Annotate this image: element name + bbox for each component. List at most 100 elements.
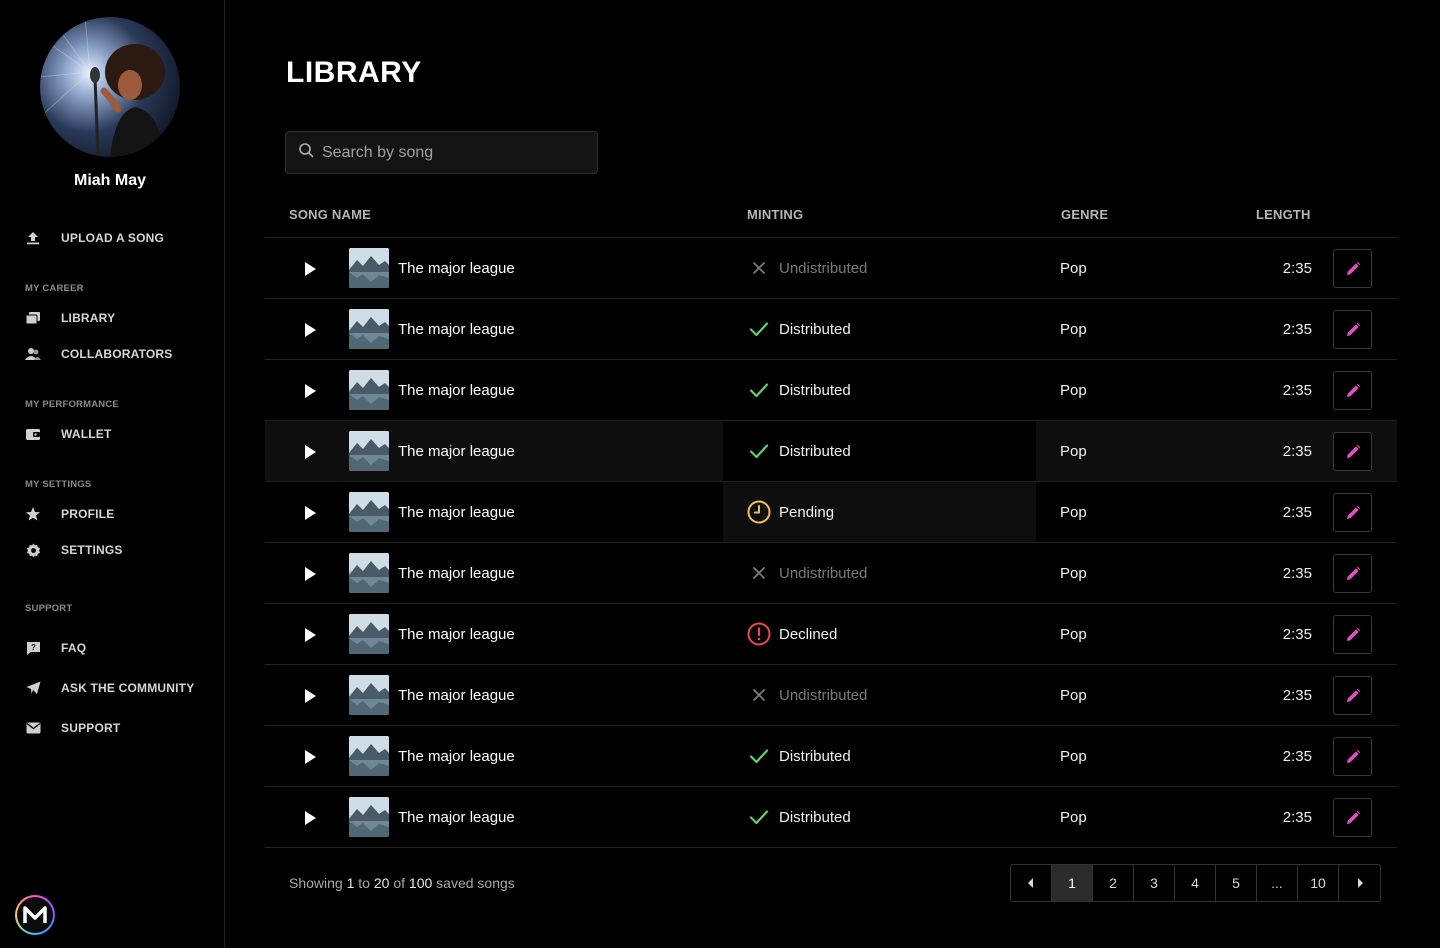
song-title[interactable]: The major league [398, 382, 515, 399]
table-row[interactable]: The major league Declined Pop 2:35 [265, 604, 1397, 665]
table-row[interactable]: The major league Undistributed Pop 2:35 [265, 238, 1397, 299]
close-icon [747, 256, 771, 280]
logo-mark-icon [17, 897, 53, 933]
pencil-icon [1345, 383, 1361, 399]
table-row[interactable]: The major league Undistributed Pop 2:35 [265, 543, 1397, 604]
section-support: SUPPORT [25, 603, 73, 614]
table-row[interactable]: The major league Pending Pop 2:35 [265, 482, 1397, 543]
column-header-length[interactable]: LENGTH [1256, 207, 1311, 222]
next-page-button[interactable] [1339, 865, 1380, 901]
song-title[interactable]: The major league [398, 260, 515, 277]
alert-icon [747, 622, 771, 646]
table-row[interactable]: The major league Distributed Pop 2:35 [265, 726, 1397, 787]
table-row[interactable]: The major league Undistributed Pop 2:35 [265, 665, 1397, 726]
song-title[interactable]: The major league [398, 687, 515, 704]
length: 2:35 [1282, 321, 1312, 338]
edit-button[interactable] [1333, 493, 1372, 532]
edit-button[interactable] [1333, 554, 1372, 593]
collaborators-icon [25, 346, 41, 362]
edit-button[interactable] [1333, 371, 1372, 410]
upload-song-label: UPLOAD A SONG [61, 231, 165, 245]
genre: Pop [1060, 382, 1087, 399]
column-header-minting[interactable]: MINTING [747, 207, 803, 222]
play-icon[interactable] [301, 504, 319, 522]
play-icon[interactable] [301, 321, 319, 339]
prev-page-button[interactable] [1011, 865, 1052, 901]
page-ellipsis: ... [1257, 865, 1298, 901]
svg-text:?: ? [31, 643, 36, 652]
table-row[interactable]: The major league Distributed Pop 2:35 [265, 360, 1397, 421]
mail-icon [25, 720, 41, 736]
section-my-settings: MY SETTINGS [25, 479, 92, 490]
pencil-icon [1345, 627, 1361, 643]
song-thumbnail [349, 614, 389, 654]
minting-status: Distributed [779, 748, 851, 765]
song-title[interactable]: The major league [398, 443, 515, 460]
play-icon[interactable] [301, 565, 319, 583]
results-summary: Showing 1 to 20 of 100 saved songs [289, 875, 515, 891]
song-title[interactable]: The major league [398, 626, 515, 643]
sidebar-item-wallet[interactable]: WALLET [25, 424, 112, 444]
table-row[interactable]: The major league Distributed Pop 2:35 [265, 299, 1397, 360]
edit-button[interactable] [1333, 615, 1372, 654]
play-icon[interactable] [301, 626, 319, 644]
genre: Pop [1060, 687, 1087, 704]
song-title[interactable]: The major league [398, 809, 515, 826]
section-my-performance: MY PERFORMANCE [25, 399, 119, 410]
table-row[interactable]: The major league Distributed Pop 2:35 [265, 421, 1397, 482]
sidebar-item-collaborators[interactable]: COLLABORATORS [25, 344, 173, 364]
page-button[interactable]: 3 [1134, 865, 1175, 901]
app-logo[interactable] [15, 895, 55, 935]
sidebar-item-label: ASK THE COMMUNITY [61, 681, 195, 695]
sidebar-item-profile[interactable]: PROFILE [25, 504, 114, 524]
play-icon[interactable] [301, 748, 319, 766]
search-input[interactable] [322, 143, 582, 162]
song-title[interactable]: The major league [398, 748, 515, 765]
close-icon [747, 561, 771, 585]
song-title[interactable]: The major league [398, 321, 515, 338]
minting-status: Distributed [779, 809, 851, 826]
play-icon[interactable] [301, 687, 319, 705]
sidebar-item-ask-community[interactable]: ASK THE COMMUNITY [25, 678, 194, 698]
page-button[interactable]: 1 [1052, 865, 1093, 901]
edit-button[interactable] [1333, 310, 1372, 349]
column-header-song-name[interactable]: SONG NAME [289, 207, 371, 222]
page-button[interactable]: 2 [1093, 865, 1134, 901]
table-row[interactable]: The major league Distributed Pop 2:35 [265, 787, 1397, 848]
search-icon [298, 142, 314, 163]
sidebar-item-faq[interactable]: ? FAQ [25, 638, 86, 658]
edit-button[interactable] [1333, 798, 1372, 837]
upload-song-button[interactable]: UPLOAD A SONG [25, 228, 164, 248]
sidebar-item-support[interactable]: SUPPORT [25, 718, 120, 738]
length: 2:35 [1282, 626, 1312, 643]
edit-button[interactable] [1333, 737, 1372, 776]
song-title[interactable]: The major league [398, 565, 515, 582]
sidebar-item-library[interactable]: LIBRARY [25, 308, 115, 328]
sidebar-item-label: SUPPORT [61, 721, 121, 735]
summary-prefix: Showing [289, 875, 343, 891]
edit-button[interactable] [1333, 676, 1372, 715]
length: 2:35 [1282, 260, 1312, 277]
song-title[interactable]: The major league [398, 504, 515, 521]
play-icon[interactable] [301, 443, 319, 461]
sidebar-item-settings[interactable]: SETTINGS [25, 540, 123, 560]
check-icon [747, 805, 771, 829]
play-icon[interactable] [301, 382, 319, 400]
edit-button[interactable] [1333, 249, 1372, 288]
sidebar-item-label: SETTINGS [61, 543, 123, 557]
sidebar-item-label: WALLET [61, 427, 112, 441]
play-icon[interactable] [301, 260, 319, 278]
avatar[interactable] [40, 17, 180, 157]
edit-button[interactable] [1333, 432, 1372, 471]
column-header-genre[interactable]: GENRE [1061, 207, 1108, 222]
page-button[interactable]: 5 [1216, 865, 1257, 901]
song-thumbnail [349, 248, 389, 288]
check-icon [747, 744, 771, 768]
search-box[interactable] [285, 131, 598, 174]
paper-plane-icon [25, 680, 41, 696]
user-name: Miah May [73, 172, 146, 189]
page-button[interactable]: 4 [1175, 865, 1216, 901]
play-icon[interactable] [301, 809, 319, 827]
page-button[interactable]: 10 [1298, 865, 1339, 901]
library-icon [25, 310, 41, 326]
